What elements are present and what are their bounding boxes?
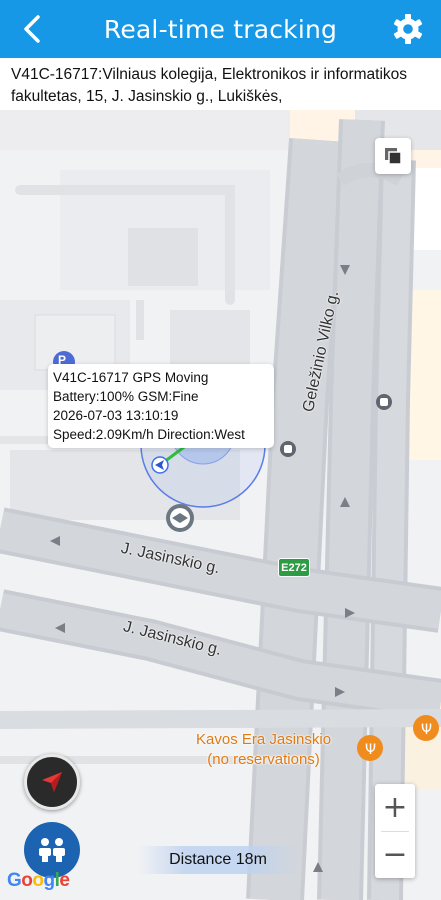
top-bar: Real-time tracking [0,0,441,58]
poi-name: Kavos Era Jasinskio [196,731,332,748]
poi-label[interactable]: Kavos Era Jasinskio (no reservations) [196,730,331,770]
svg-text:Ψ: Ψ [421,722,432,738]
map-view[interactable]: Ψ Ψ Geležinio Vilko g. J. Jasinskio g. J… [0,110,441,900]
route-badge: E272 [278,558,310,577]
zoom-divider [381,831,409,832]
back-chevron-icon [24,15,40,43]
page-title: Real-time tracking [103,14,338,44]
popup-speed-direction: Speed:2.09Km/h Direction:West [53,427,245,442]
poi-note: (no reservations) [207,751,320,768]
popup-timestamp: 2026-07-03 13:10:19 [53,408,179,423]
distance-readout: Distance 18m [138,846,298,874]
map-layers-button[interactable] [375,138,411,174]
address-text: V41C-16717:Vilniaus kolegija, Elektronik… [0,58,441,110]
vehicle-info-popup: V41C-16717 GPS Moving Battery:100% GSM:F… [48,364,274,448]
google-logo: Google [7,870,70,891]
layers-icon [385,148,402,165]
navigate-button[interactable] [24,754,80,810]
back-button[interactable] [14,10,52,48]
gear-icon [393,14,423,44]
settings-button[interactable] [389,10,427,48]
people-icon [39,838,65,862]
popup-vehicle-status: V41C-16717 GPS Moving [53,370,209,385]
zoom-in-button[interactable]: + [375,784,415,831]
navigation-arrow-icon [42,772,62,792]
zoom-out-button[interactable]: − [375,831,415,878]
svg-text:Ψ: Ψ [365,742,376,758]
popup-battery-gsm: Battery:100% GSM:Fine [53,389,199,404]
zoom-controls: + − [375,784,415,878]
app-root: Real-time tracking V41C-16717:Vilniaus k… [0,0,441,900]
